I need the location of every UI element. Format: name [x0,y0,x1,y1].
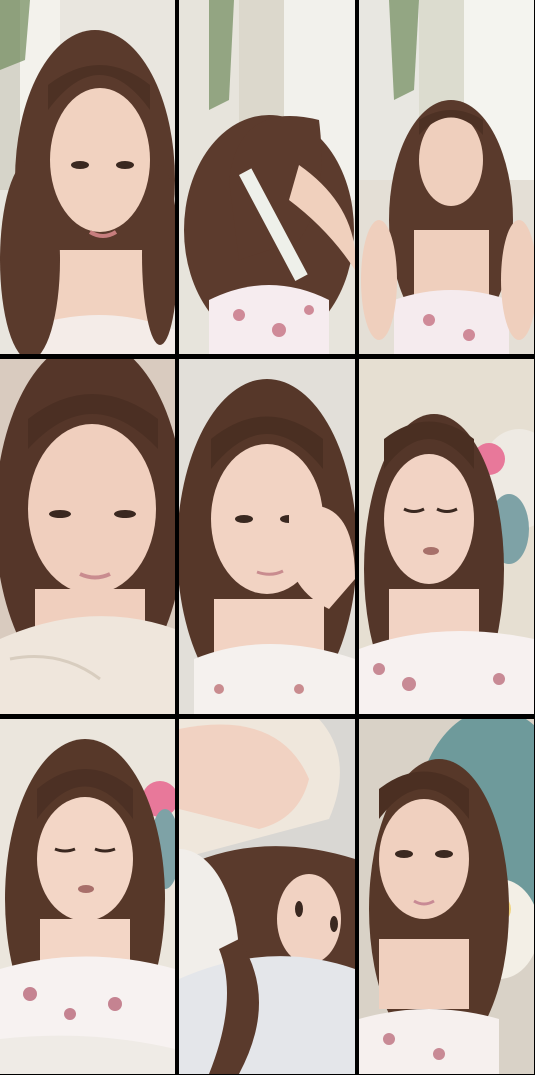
photo-tile-6[interactable] [359,359,534,714]
photo-tile-5[interactable] [179,359,355,714]
photo-4-image [0,359,175,714]
photo-tile-8[interactable] [179,719,355,1074]
photo-tile-4[interactable] [0,359,175,714]
photo-tile-9[interactable] [359,719,534,1074]
photo-5-image [179,359,355,714]
photo-2-image [179,0,355,354]
photo-8-image [179,719,355,1074]
photo-tile-2[interactable] [179,0,355,354]
photo-9-image [359,719,534,1074]
photo-grid [0,0,535,1075]
photo-3-image [359,0,534,354]
photo-6-image [359,359,534,714]
photo-tile-7[interactable] [0,719,175,1074]
photo-tile-1[interactable] [0,0,175,354]
photo-1-image [0,0,175,354]
photo-7-image [0,719,175,1074]
photo-tile-3[interactable] [359,0,534,354]
